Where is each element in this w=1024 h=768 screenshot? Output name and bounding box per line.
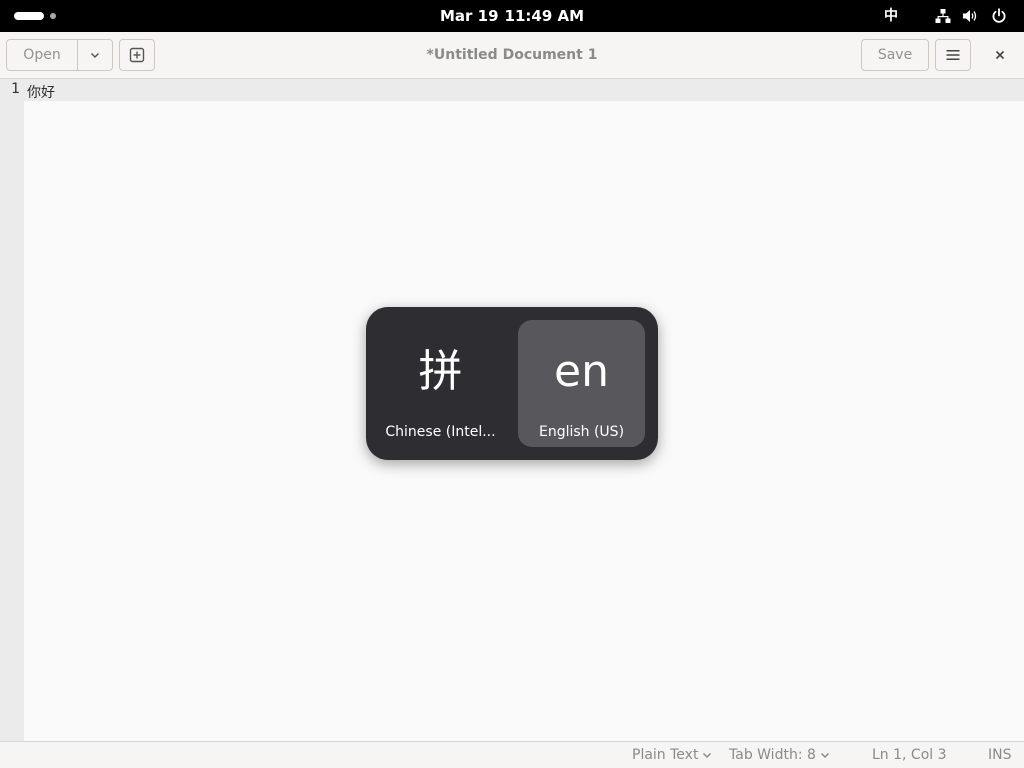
input-source-switcher: 拼 Chinese (Intel... en English (US)	[366, 307, 658, 460]
language-selector[interactable]: Plain Text	[632, 742, 712, 768]
input-source-label: Chinese (Intel...	[385, 424, 496, 440]
line-number: 1	[11, 81, 20, 97]
hamburger-menu-icon	[946, 50, 960, 60]
new-tab-icon	[129, 47, 145, 63]
cursor-position[interactable]: Ln 1, Col 3	[872, 742, 947, 768]
chevron-down-icon	[703, 752, 712, 759]
main-menu-button[interactable]	[935, 39, 971, 71]
input-source-chinese[interactable]: 拼 Chinese (Intel...	[377, 320, 504, 447]
input-source-english[interactable]: en English (US)	[518, 320, 645, 447]
open-recent-button[interactable]	[77, 39, 113, 71]
clock[interactable]: Mar 19 11:49 AM	[0, 0, 1024, 32]
close-window-button[interactable]	[985, 39, 1015, 71]
line-number-gutter	[0, 79, 24, 741]
input-method-indicator[interactable]: 中	[884, 0, 898, 32]
save-button[interactable]: Save	[861, 39, 929, 71]
top-bar: Mar 19 11:49 AM 中	[0, 0, 1024, 32]
input-source-label: English (US)	[538, 424, 625, 440]
chevron-down-icon	[820, 752, 829, 759]
power-icon[interactable]	[991, 8, 1007, 24]
volume-icon[interactable]	[962, 8, 978, 24]
time-label: 11:49 AM	[504, 7, 585, 25]
tab-width-label: Tab Width: 8	[729, 747, 816, 763]
chevron-down-icon	[90, 52, 100, 59]
document-title: *Untitled Document 1	[426, 47, 598, 63]
close-icon	[995, 50, 1005, 60]
insert-mode-indicator: INS	[988, 747, 1012, 763]
input-source-symbol: 拼	[418, 346, 463, 397]
network-icon[interactable]	[935, 8, 951, 24]
header-bar: Open *Untitled Document 1 Save	[0, 32, 1024, 79]
new-tab-button[interactable]	[119, 39, 155, 71]
date-label: Mar 19	[439, 7, 499, 25]
input-source-symbol: en	[554, 346, 609, 397]
open-button[interactable]: Open	[6, 39, 78, 71]
current-line-highlight	[24, 79, 1024, 101]
status-bar: Plain Text Tab Width: 8 Ln 1, Col 3 INS	[0, 741, 1024, 768]
language-label: Plain Text	[632, 747, 699, 763]
tab-width-selector[interactable]: Tab Width: 8	[729, 742, 830, 768]
editor-line-text[interactable]: 你好	[27, 82, 55, 102]
